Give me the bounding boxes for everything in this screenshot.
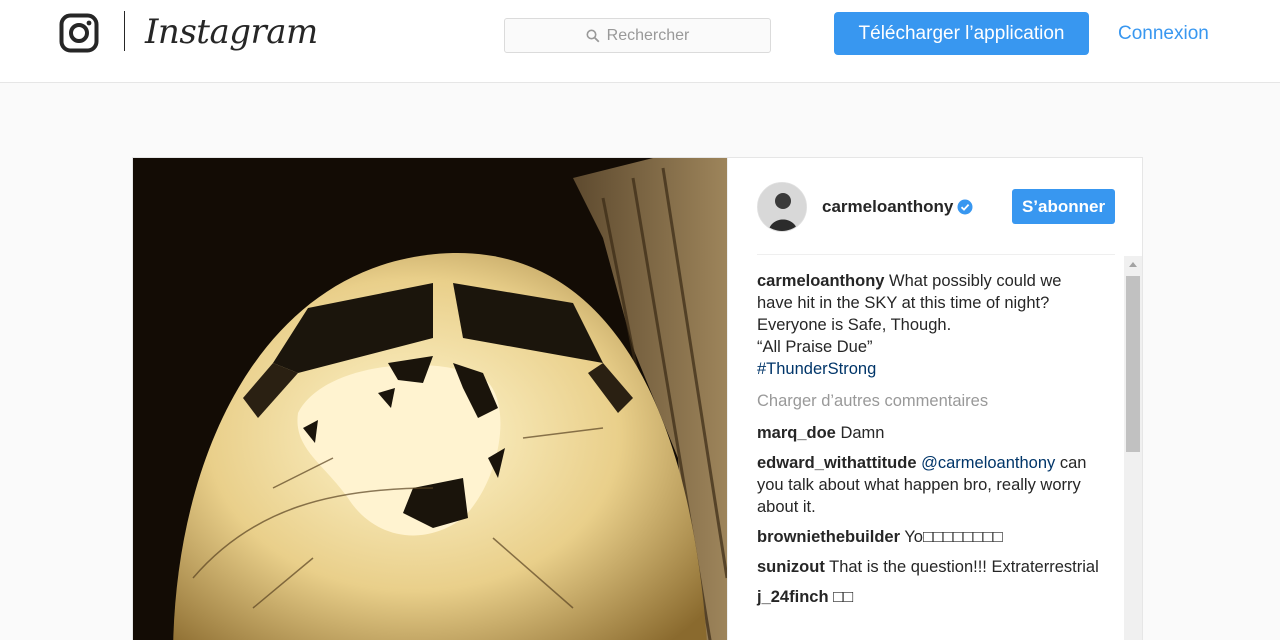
- comment-text: That is the question!!! Extraterrestrial: [829, 558, 1099, 576]
- avatar[interactable]: [757, 182, 807, 232]
- post-sidebar: carmeloanthony S’abonner carmeloanthony …: [727, 158, 1143, 640]
- comment-text: Yo□□□□□□□□: [904, 528, 1003, 546]
- login-link[interactable]: Connexion: [1118, 22, 1209, 46]
- post-header: carmeloanthony S’abonner: [728, 158, 1144, 254]
- caption-line-4: “All Praise Due”: [757, 338, 873, 356]
- comment-username[interactable]: j_24finch: [757, 588, 829, 606]
- search-input[interactable]: Rechercher: [504, 18, 771, 53]
- instagram-wordmark[interactable]: Instagram: [145, 10, 318, 54]
- scrollbar-thumb[interactable]: [1126, 276, 1140, 452]
- search-placeholder: Rechercher: [606, 26, 690, 44]
- comment-mention-link[interactable]: @carmeloanthony: [921, 454, 1055, 472]
- divider: [757, 254, 1115, 255]
- follow-button[interactable]: S’abonner: [1012, 189, 1115, 224]
- caption-line-1: What possibly could we: [889, 272, 1062, 290]
- post-author-username[interactable]: carmeloanthony: [822, 197, 953, 217]
- comment-username[interactable]: edward_withattitude: [757, 454, 917, 472]
- search-icon: [586, 29, 600, 42]
- logo-divider: [124, 11, 125, 51]
- comment: browniethebuilder Yo□□□□□□□□: [757, 526, 1102, 548]
- comment-username[interactable]: browniethebuilder: [757, 528, 900, 546]
- damaged-airplane-nose-image: [133, 158, 727, 640]
- post-photo[interactable]: [133, 158, 727, 640]
- verified-badge-icon: [957, 199, 973, 215]
- load-more-comments-link[interactable]: Charger d’autres commentaires: [757, 390, 1102, 412]
- caption: carmeloanthony What possibly could we ha…: [757, 270, 1102, 380]
- download-app-button[interactable]: Télécharger l’application: [834, 12, 1089, 55]
- post-card: carmeloanthony S’abonner carmeloanthony …: [132, 157, 1143, 640]
- caption-username[interactable]: carmeloanthony: [757, 272, 884, 290]
- scroll-up-arrow-icon[interactable]: [1129, 262, 1137, 267]
- comment-text: Damn: [840, 424, 885, 442]
- instagram-camera-icon[interactable]: [59, 13, 99, 53]
- comment-text: □□: [833, 588, 854, 606]
- top-navigation-bar: Instagram Rechercher Télécharger l’appli…: [0, 0, 1280, 83]
- comments-scrollbar[interactable]: [1124, 256, 1142, 640]
- comment: j_24finch □□: [757, 586, 1102, 608]
- comment-username[interactable]: sunizout: [757, 558, 825, 576]
- comment: sunizout That is the question!!! Extrate…: [757, 556, 1102, 578]
- comment: edward_withattitude @carmeloanthony can …: [757, 452, 1102, 518]
- caption-line-2: have hit in the SKY at this time of nigh…: [757, 294, 1050, 312]
- comment-username[interactable]: marq_doe: [757, 424, 836, 442]
- comments-list: carmeloanthony What possibly could we ha…: [757, 270, 1102, 616]
- caption-line-3: Everyone is Safe, Though.: [757, 316, 952, 334]
- hashtag-link[interactable]: #ThunderStrong: [757, 358, 1102, 380]
- comment: marq_doe Damn: [757, 422, 1102, 444]
